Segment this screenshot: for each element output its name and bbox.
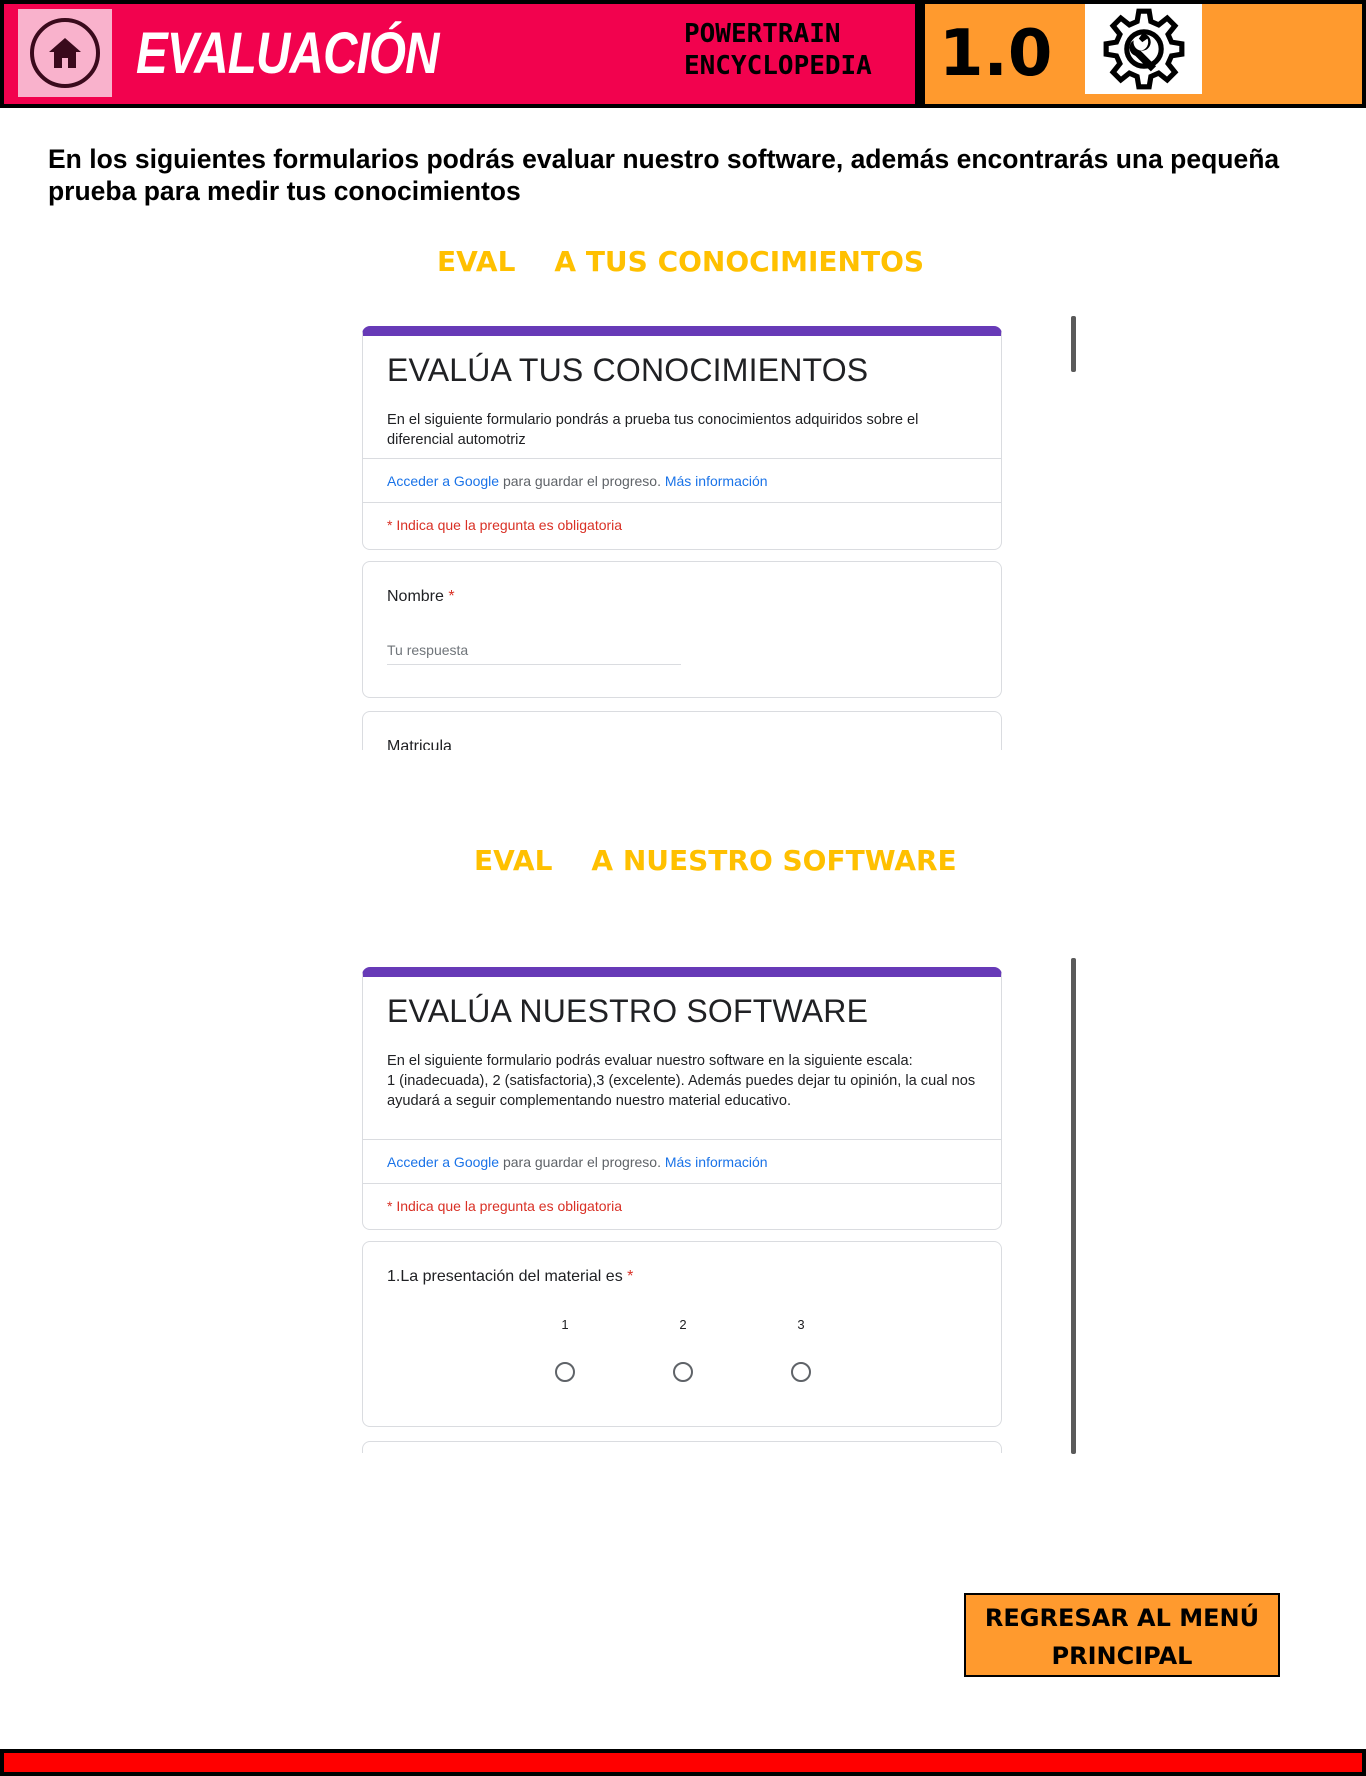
radio-option-2[interactable] [673,1362,693,1382]
button-label-line-2: PRINCIPAL [1051,1642,1193,1670]
question-label: 1.La presentación del material es * [387,1268,633,1286]
scale-label-2: 2 [679,1317,687,1332]
description-line: En el siguiente formulario podrás evalua… [387,1053,913,1069]
question-card-matricula: Matricula [362,711,1002,750]
question-text: Nombre [387,588,444,605]
description-line: 1 (inadecuada), 2 (satisfactoria),3 (exc… [387,1073,976,1109]
brand-line-1: POWERTRAIN [684,19,841,49]
form-title: EVALÚA NUESTRO SOFTWARE [387,993,869,1029]
brand-line-2: ENCYCLOPEDIA [684,51,872,81]
footer-stripe [4,1753,1362,1772]
required-note: * Indica que la pregunta es obligatoria [387,1198,623,1214]
page-title: EVALUACIÓN [136,21,440,86]
required-star: * [622,1268,634,1285]
form-description: En el siguiente formulario pondrás a pru… [387,412,919,448]
form-scrollbar-thumb[interactable] [1071,316,1076,372]
version-label: 1.0 [939,17,1053,91]
radio-option-3[interactable] [791,1362,811,1382]
name-input[interactable]: Tu respuesta [387,642,681,665]
gear-wrench-icon [1103,8,1184,90]
intro-text: En los siguientes formularios podrás eva… [48,144,1280,206]
back-to-main-menu-button[interactable]: REGRESAR AL MENÚ PRINCIPAL [964,1593,1280,1677]
section-title-software: EVAL A NUESTRO SOFTWARE [474,844,957,877]
signin-link[interactable]: Acceder a Google [387,1154,499,1170]
divider [363,1139,1001,1140]
question-text: 1.La presentación del material es [387,1268,623,1285]
button-label-line-1: REGRESAR AL MENÚ [984,1604,1260,1632]
header-title-panel: EVALUACIÓN POWERTRAIN ENCYCLOPEDIA [4,4,915,104]
scale-label-3: 3 [797,1317,805,1332]
form-title: EVALÚA TUS CONOCIMIENTOS [387,352,869,388]
divider [363,502,1001,503]
divider [363,1183,1001,1184]
home-button[interactable] [18,9,112,97]
form-header-card: EVALÚA NUESTRO SOFTWARE En el siguiente … [362,967,1002,1230]
question-card-next [362,1441,1002,1453]
question-card-presentation: 1.La presentación del material es * 1 2 … [362,1241,1002,1427]
divider [363,458,1001,459]
more-info-link[interactable]: Más información [665,473,768,489]
form-scrollbar-thumb[interactable] [1071,958,1076,1454]
required-star: * [443,588,455,605]
form-description: En el siguiente formulario podrás evalua… [387,1051,977,1111]
section-title-knowledge: EVAL A TUS CONOCIMIENTOS [437,245,925,278]
signin-text: para guardar el progreso. [499,473,665,489]
form-header-card: EVALÚA TUS CONOCIMIENTOS En el siguiente… [362,326,1002,550]
question-card-name: Nombre * Tu respuesta [362,561,1002,698]
radio-option-1[interactable] [555,1362,575,1382]
header-version-panel: 1.0 [925,4,1362,104]
question-label: Nombre * [387,588,455,606]
more-info-link[interactable]: Más información [665,1154,768,1170]
home-icon [30,18,100,88]
signin-link[interactable]: Acceder a Google [387,473,499,489]
signin-note: Acceder a Google para guardar el progres… [387,1154,768,1170]
knowledge-form-frame[interactable]: EVALÚA TUS CONOCIMIENTOS En el siguiente… [362,322,1004,750]
question-label: Matricula [387,738,452,750]
header-bar: EVALUACIÓN POWERTRAIN ENCYCLOPEDIA 1.0 [0,0,1366,108]
settings-button[interactable] [1085,4,1202,94]
required-note: * Indica que la pregunta es obligatoria [387,517,623,533]
signin-note: Acceder a Google para guardar el progres… [387,473,768,489]
brand-name: POWERTRAIN ENCYCLOPEDIA [684,18,872,82]
software-form-frame[interactable]: EVALÚA NUESTRO SOFTWARE En el siguiente … [362,963,1004,1453]
signin-text: para guardar el progreso. [499,1154,665,1170]
footer-bar [0,1749,1366,1776]
scale-label-1: 1 [561,1317,569,1332]
